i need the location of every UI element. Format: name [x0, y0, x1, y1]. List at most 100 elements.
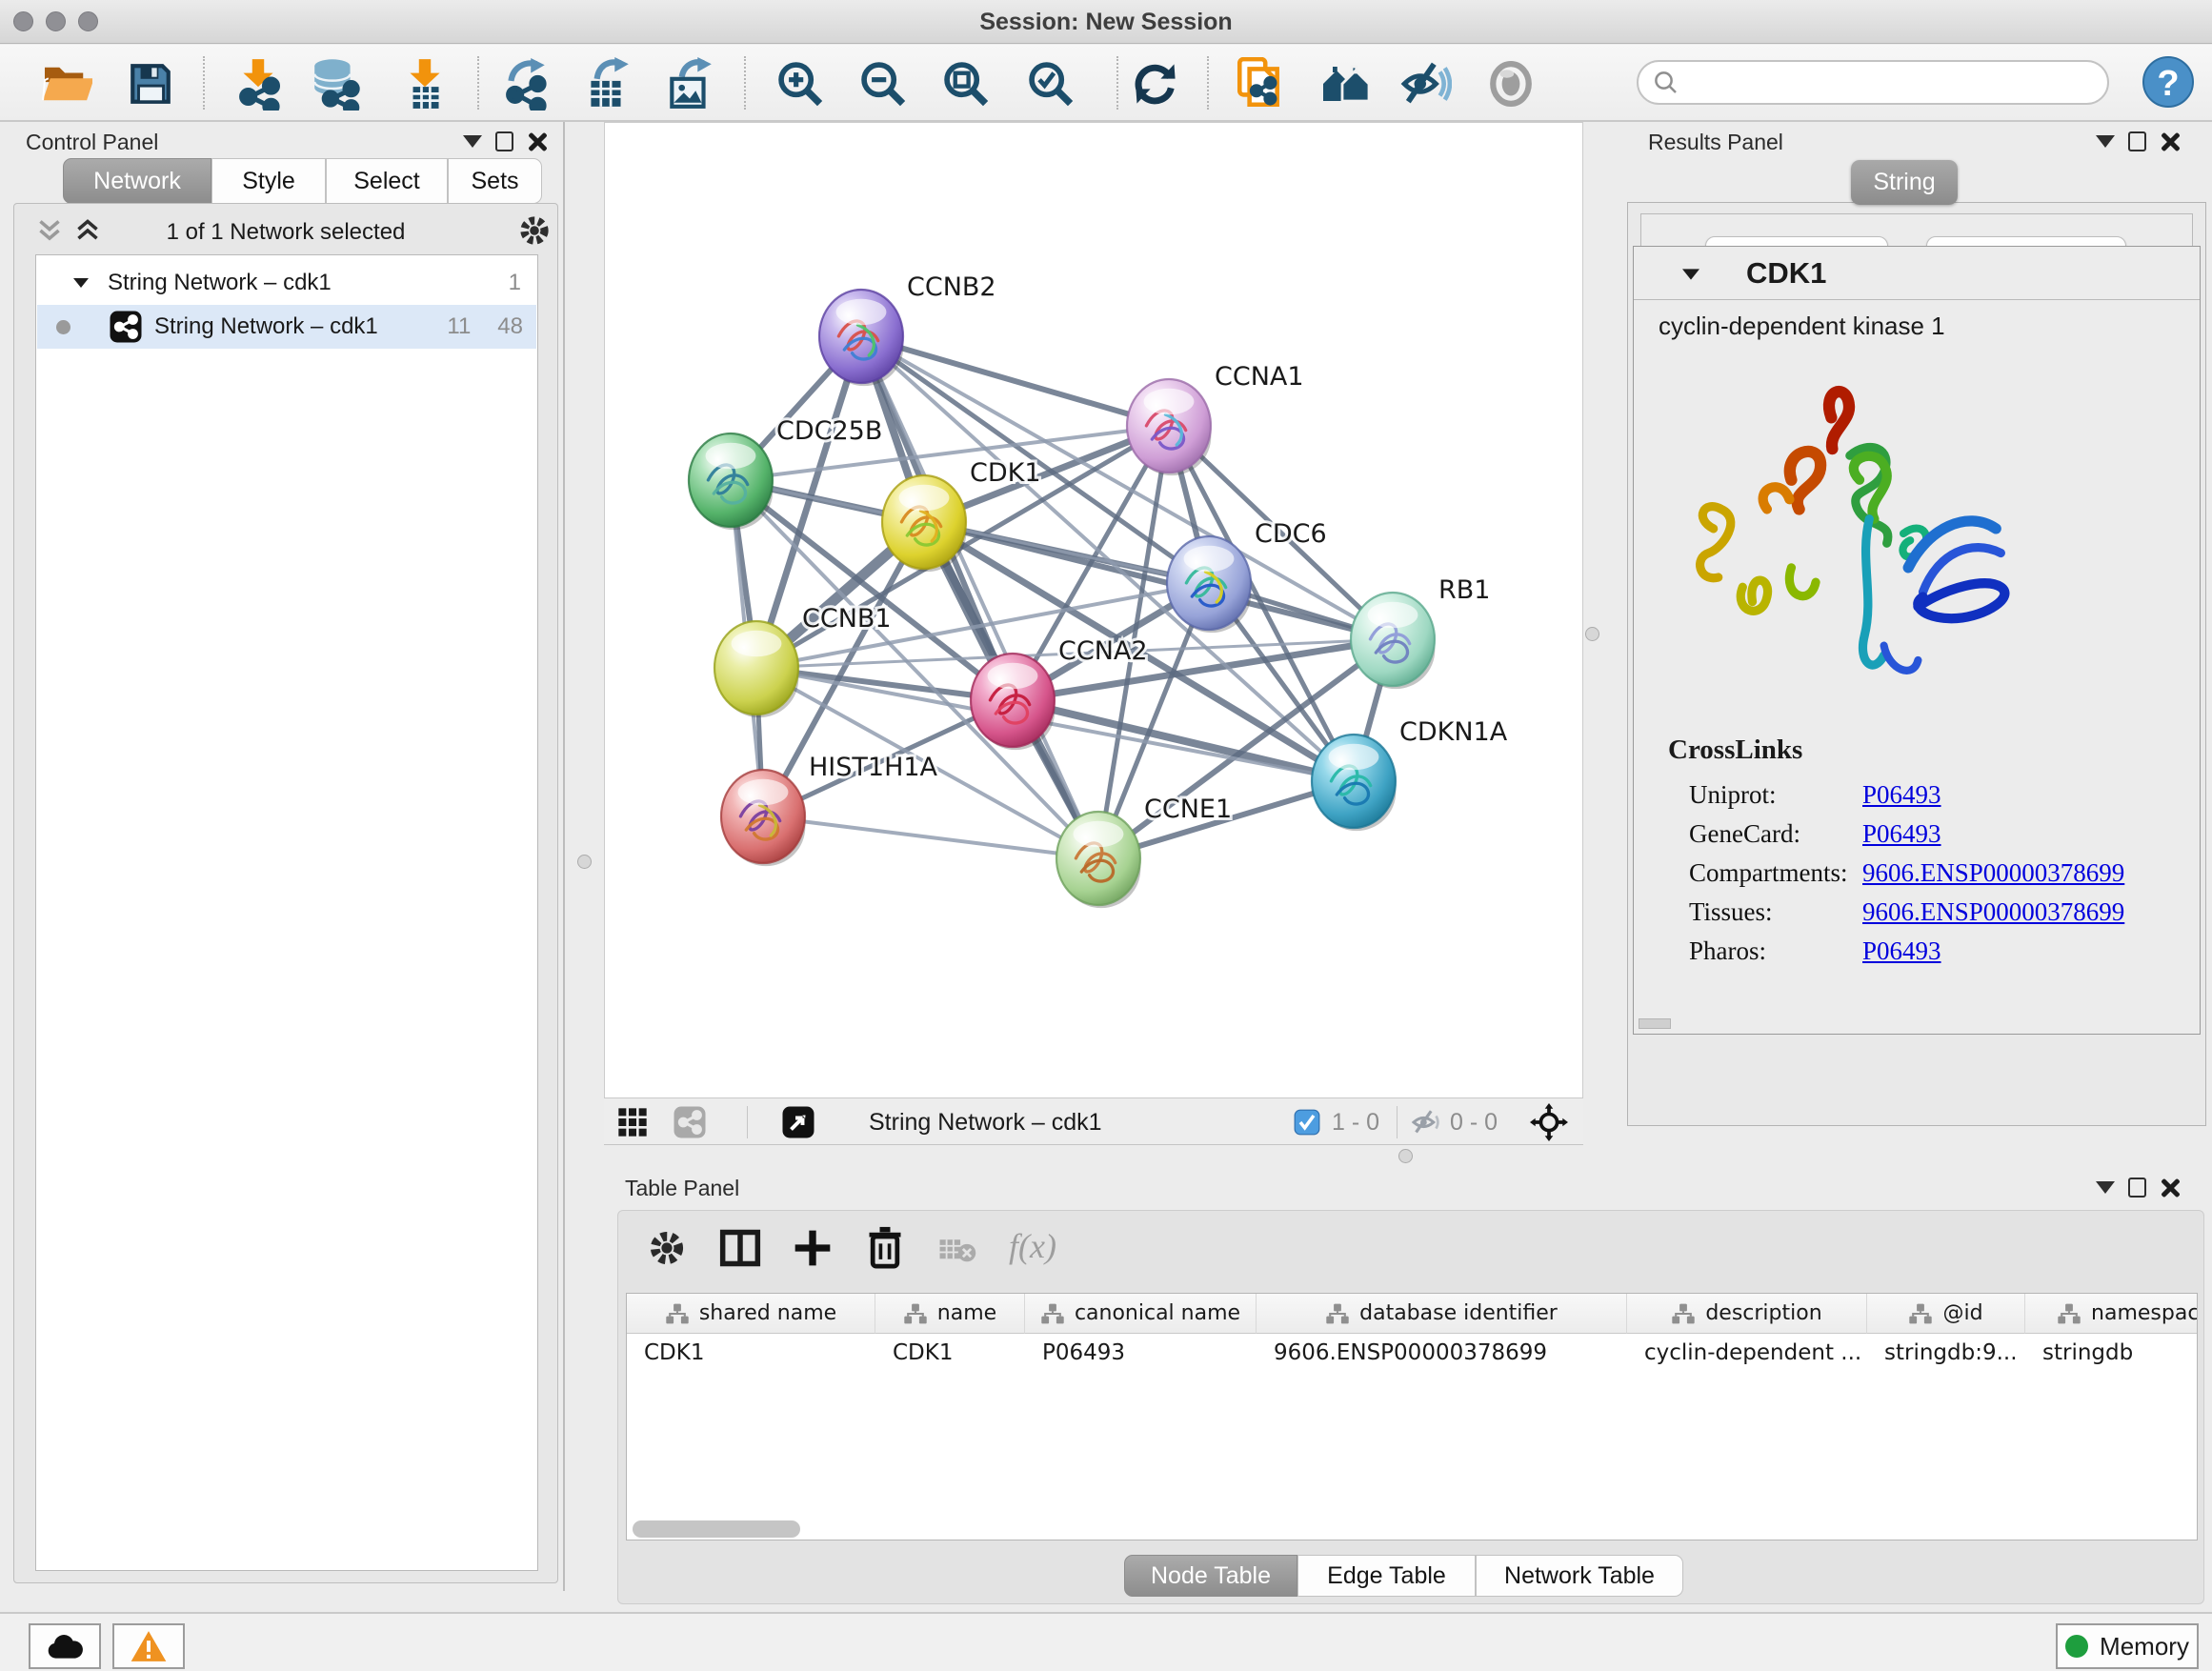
crosslink-link[interactable]: P06493 [1862, 780, 1941, 810]
memory-button[interactable]: Memory [2056, 1623, 2199, 1669]
cloud-status-button[interactable] [29, 1623, 101, 1669]
results-panel-window-controls [2096, 131, 2180, 151]
network-collection-row[interactable]: String Network – cdk1 1 [37, 261, 536, 305]
home-networks-button[interactable] [1318, 56, 1374, 111]
tab-sets[interactable]: Sets [448, 158, 542, 204]
column-header-5[interactable]: @id [1867, 1294, 2025, 1334]
column-namespace-icon [903, 1302, 928, 1325]
import-network-file-button[interactable] [231, 56, 286, 111]
network-canvas[interactable]: CCNB2CCNA1CDC25BCDK1CDC6RB1CCNB1CCNA2CDK… [604, 122, 1583, 1097]
column-header-0[interactable]: shared name [627, 1294, 875, 1334]
search-input[interactable] [1637, 60, 2109, 105]
export-network-button[interactable] [497, 56, 553, 111]
horizontal-splitter-handle[interactable] [1398, 1149, 1413, 1163]
help-icon: ? [2142, 55, 2195, 109]
network-selection-status: 1 of 1 Network selected [14, 219, 557, 246]
float-panel-icon[interactable] [2096, 1181, 2115, 1194]
network-row-selected[interactable]: String Network – cdk1 11 48 [37, 305, 536, 349]
column-header-2[interactable]: canonical name [1025, 1294, 1257, 1334]
network-node-HIST1H1A[interactable]: HIST1H1A [721, 753, 938, 866]
apply-layout-button[interactable] [1128, 56, 1183, 111]
hide-selected-button[interactable] [1398, 56, 1454, 111]
column-namespace-icon [1908, 1302, 1933, 1325]
help-button[interactable]: ? [2141, 54, 2196, 110]
add-column-icon[interactable] [792, 1226, 834, 1270]
close-panel-icon[interactable] [2160, 1178, 2180, 1198]
collapse-entry-icon[interactable] [1679, 266, 1702, 283]
right-splitter-handle[interactable] [1585, 627, 1599, 641]
table-hscrollbar[interactable] [633, 1520, 800, 1538]
table-cell[interactable]: stringdb [2025, 1334, 2198, 1372]
tab-network[interactable]: Network [63, 158, 211, 204]
table-cell[interactable]: CDK1 [627, 1334, 875, 1372]
crosslink-link[interactable]: P06493 [1862, 819, 1941, 849]
float-panel-icon[interactable] [463, 135, 482, 148]
crosslink-link[interactable]: P06493 [1862, 936, 1941, 966]
close-panel-icon[interactable] [2160, 131, 2180, 151]
warning-status-button[interactable] [112, 1623, 185, 1669]
cdk1-card-header[interactable]: CDK1 [1634, 247, 2200, 300]
gear-icon[interactable] [517, 213, 552, 248]
tab-string[interactable]: String [1851, 160, 1958, 205]
open-session-button[interactable] [39, 56, 94, 111]
column-header-6[interactable]: namespace [2025, 1294, 2198, 1334]
import-network-database-button[interactable] [308, 56, 363, 111]
gear-icon[interactable] [647, 1228, 687, 1268]
export-image-button[interactable] [662, 56, 717, 111]
table-cell[interactable]: 9606.ENSP00000378699 [1257, 1334, 1627, 1372]
fit-content-button[interactable] [938, 56, 994, 111]
tab-style[interactable]: Style [211, 158, 326, 204]
results-panel-title: Results Panel [1648, 130, 1783, 155]
export-table-button[interactable] [579, 56, 634, 111]
close-panel-icon[interactable] [527, 131, 547, 151]
clone-network-button[interactable] [1232, 56, 1287, 111]
tab-edge-table[interactable]: Edge Table [1297, 1555, 1476, 1597]
network-node-CCNA1[interactable]: CCNA1 [1127, 362, 1304, 475]
table-cell[interactable]: P06493 [1025, 1334, 1257, 1372]
collection-label: String Network – cdk1 [108, 270, 332, 296]
grid-view-icon[interactable] [617, 1107, 648, 1137]
show-view-button[interactable] [1483, 56, 1538, 111]
show-columns-icon[interactable] [719, 1226, 761, 1270]
column-header-4[interactable]: description [1627, 1294, 1867, 1334]
crosslink-row: Compartments:9606.ENSP00000378699 [1689, 858, 2200, 888]
table-cell[interactable]: stringdb:9... [1867, 1334, 2025, 1372]
column-header-1[interactable]: name [875, 1294, 1025, 1334]
tab-network-table[interactable]: Network Table [1476, 1555, 1683, 1597]
float-panel-icon[interactable] [2096, 135, 2115, 148]
zoom-out-button[interactable] [855, 56, 911, 111]
column-namespace-icon [1325, 1302, 1350, 1325]
results-hscrollbar[interactable] [1639, 1018, 1671, 1029]
network-node-CCNE1[interactable]: CCNE1 [1056, 795, 1232, 908]
column-namespace-icon [1040, 1302, 1065, 1325]
table-cell[interactable]: cyclin-dependent ... [1627, 1334, 1867, 1372]
network-graph[interactable]: CCNB2CCNA1CDC25BCDK1CDC6RB1CCNB1CCNA2CDK… [605, 123, 1582, 1097]
maximize-panel-icon[interactable] [2128, 1178, 2146, 1198]
maximize-panel-icon[interactable] [495, 131, 513, 151]
crosslink-link[interactable]: 9606.ENSP00000378699 [1862, 858, 2124, 888]
network-node-CDKN1A[interactable]: CDKN1A [1312, 717, 1508, 831]
import-table-file-button[interactable] [397, 56, 452, 111]
tab-node-table[interactable]: Node Table [1124, 1555, 1297, 1597]
zoom-in-button[interactable] [773, 56, 828, 111]
save-session-button[interactable] [123, 56, 178, 111]
refresh-icon [1131, 59, 1180, 109]
maximize-panel-icon[interactable] [2128, 131, 2146, 151]
left-splitter-handle[interactable] [577, 855, 592, 869]
network-view-icon[interactable] [673, 1105, 707, 1139]
tree-expanded-icon[interactable] [71, 275, 90, 291]
delete-column-icon[interactable] [864, 1224, 906, 1270]
node-table[interactable]: shared nameCDK1nameCDK1canonical nameP06… [626, 1293, 2198, 1540]
crosslink-link[interactable]: 9606.ENSP00000378699 [1862, 897, 2124, 927]
crosslink-row: Tissues:9606.ENSP00000378699 [1689, 897, 2200, 927]
table-cell[interactable]: CDK1 [875, 1334, 1025, 1372]
pan-crosshair-icon[interactable] [1530, 1103, 1568, 1141]
column-header-3[interactable]: database identifier [1257, 1294, 1627, 1334]
zoom-selected-button[interactable] [1023, 56, 1078, 111]
network-node-RB1[interactable]: RB1 [1351, 575, 1490, 689]
birds-eye-view-icon[interactable] [781, 1105, 815, 1139]
search-icon [1652, 69, 1680, 97]
selected-nodes-checkbox-icon[interactable] [1294, 1109, 1320, 1136]
crosslinks-list: Uniprot:P06493GeneCard:P06493Compartment… [1634, 771, 2200, 966]
tab-select[interactable]: Select [326, 158, 448, 204]
